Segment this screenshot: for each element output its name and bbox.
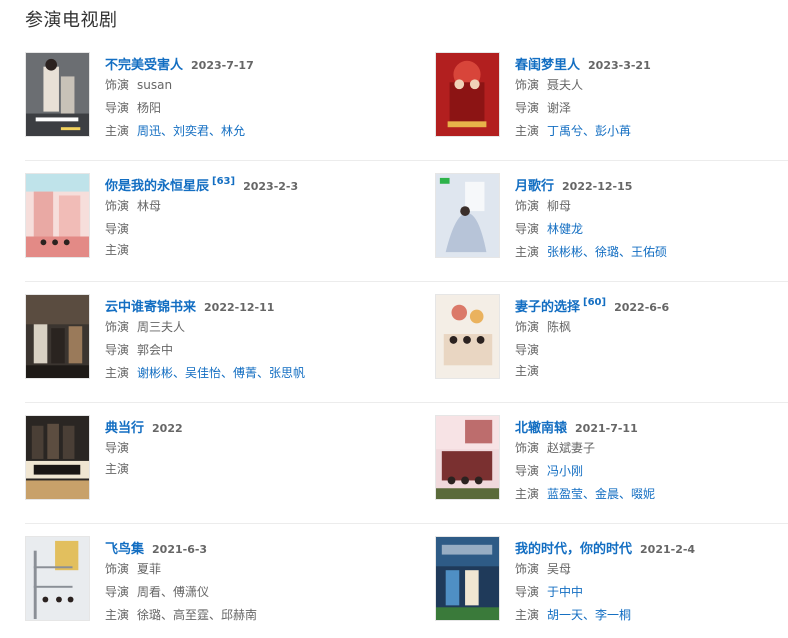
drama-poster[interactable] <box>25 415 90 500</box>
drama-card: 典当行 2022 导演 主演 <box>25 415 377 505</box>
drama-card: 你是我的永恒星辰 [63] 2023-2-3 饰演 林母 导演 主演 <box>25 173 377 263</box>
cast-label: 主演 <box>515 124 540 138</box>
drama-card: 北辙南辕 2021-7-11 饰演 赵斌妻子 导演 冯小刚 主演 蓝盈莹、金晨、啜妮 <box>435 415 787 505</box>
director-value: 郭会中 <box>137 343 174 357</box>
drama-title[interactable]: 你是我的永恒星辰 <box>105 179 209 194</box>
director-value: 谢泽 <box>547 101 572 115</box>
role-value: susan <box>137 78 173 92</box>
director-value[interactable]: 林健龙 <box>547 222 583 236</box>
drama-date: 2023-2-3 <box>243 180 299 193</box>
cast-label: 主演 <box>515 364 540 378</box>
drama-title[interactable]: 飞鸟集 <box>105 542 144 557</box>
role-value: 林母 <box>137 199 162 213</box>
row-divider <box>25 160 788 161</box>
cast-label: 主演 <box>105 243 130 257</box>
drama-card: 云中谁寄锦书来 2022-12-11 饰演 周三夫人 导演 郭会中 主演 谢彬彬、吴佳怡… <box>25 294 377 384</box>
drama-date: 2022 <box>152 422 183 435</box>
drama-card: 妻子的选择 [60] 2022-6-6 饰演 陈枫 导演 主演 <box>435 294 787 384</box>
role-label: 饰演 <box>105 78 130 92</box>
drama-date: 2023-3-21 <box>588 59 651 72</box>
drama-card: 月歌行 2022-12-15 饰演 柳母 导演 林健龙 主演 张彬彬、徐璐、王佑硕 <box>435 173 787 263</box>
row-divider <box>25 523 788 524</box>
director-label: 导演 <box>515 464 540 478</box>
cast-label: 主演 <box>105 124 130 138</box>
role-value: 陈枫 <box>547 320 572 334</box>
citation-badge[interactable]: [63] <box>212 176 235 187</box>
cast-label: 主演 <box>105 462 130 476</box>
drama-date: 2023-7-17 <box>191 59 254 72</box>
director-label: 导演 <box>105 101 130 115</box>
drama-poster[interactable] <box>435 173 500 258</box>
citation-badge[interactable]: [60] <box>583 297 606 308</box>
director-label: 导演 <box>105 585 130 599</box>
drama-title[interactable]: 月歌行 <box>515 179 554 194</box>
drama-poster[interactable] <box>25 173 90 258</box>
cast-links: 徐璐、高至霆、邱赫南 <box>137 608 258 622</box>
drama-title[interactable]: 典当行 <box>105 421 144 436</box>
drama-poster[interactable] <box>25 536 90 621</box>
director-label: 导演 <box>105 222 130 236</box>
section-title: 参演电视剧 <box>25 10 118 31</box>
drama-title[interactable]: 我的时代，你的时代 <box>515 542 632 557</box>
cast-links[interactable]: 张彬彬、徐璐、王佑硕 <box>547 245 667 259</box>
director-label: 导演 <box>515 222 540 236</box>
role-label: 饰演 <box>515 78 540 92</box>
role-value: 聂夫人 <box>547 78 584 92</box>
row-divider <box>25 281 788 282</box>
director-label: 导演 <box>515 585 540 599</box>
role-value: 夏菲 <box>137 562 162 576</box>
drama-card: 我的时代，你的时代 2021-2-4 饰演 吴母 导演 于中中 主演 胡一天、李一桐 <box>435 536 787 626</box>
role-label: 饰演 <box>515 199 540 213</box>
director-value[interactable]: 于中中 <box>547 585 583 599</box>
drama-title[interactable]: 妻子的选择 <box>515 300 580 315</box>
cast-links[interactable]: 谢彬彬、吴佳怡、傅菁、张思帆 <box>137 366 305 380</box>
role-value: 吴母 <box>547 562 572 576</box>
cast-label: 主演 <box>515 608 540 622</box>
drama-title[interactable]: 云中谁寄锦书来 <box>105 300 196 315</box>
cast-links[interactable]: 胡一天、李一桐 <box>547 608 631 622</box>
director-value: 杨阳 <box>137 101 162 115</box>
cast-label: 主演 <box>105 608 130 622</box>
director-label: 导演 <box>515 101 540 115</box>
director-label: 导演 <box>515 343 540 357</box>
drama-date: 2021-7-11 <box>575 422 638 435</box>
role-label: 饰演 <box>515 562 540 576</box>
director-value: 周看、傅潇仪 <box>137 585 210 599</box>
cast-links[interactable]: 蓝盈莹、金晨、啜妮 <box>547 487 655 501</box>
drama-date: 2022-12-15 <box>562 180 633 193</box>
cast-label: 主演 <box>105 366 130 380</box>
drama-card: 春闺梦里人 2023-3-21 饰演 聂夫人 导演 谢泽 主演 丁禹兮、彭小苒 <box>435 52 787 142</box>
cast-label: 主演 <box>515 245 540 259</box>
director-label: 导演 <box>105 441 130 455</box>
role-label: 饰演 <box>515 320 540 334</box>
drama-date: 2022-12-11 <box>204 301 275 314</box>
drama-poster[interactable] <box>25 294 90 379</box>
role-label: 饰演 <box>105 320 130 334</box>
drama-title[interactable]: 北辙南辕 <box>515 421 567 436</box>
drama-poster[interactable] <box>435 52 500 137</box>
drama-date: 2021-6-3 <box>152 543 208 556</box>
role-label: 饰演 <box>105 562 130 576</box>
cast-label: 主演 <box>515 487 540 501</box>
drama-poster[interactable] <box>435 415 500 500</box>
role-value: 柳母 <box>547 199 572 213</box>
cast-links[interactable]: 周迅、刘奕君、林允 <box>137 124 245 138</box>
director-value[interactable]: 冯小刚 <box>547 464 583 478</box>
row-divider <box>25 402 788 403</box>
drama-date: 2022-6-6 <box>614 301 670 314</box>
drama-date: 2021-2-4 <box>640 543 696 556</box>
drama-title[interactable]: 春闺梦里人 <box>515 58 580 73</box>
drama-poster[interactable] <box>435 536 500 621</box>
role-label: 饰演 <box>515 441 540 455</box>
drama-card: 不完美受害人 2023-7-17 饰演 susan 导演 杨阳 主演 周迅、刘奕君、林允 <box>25 52 377 142</box>
drama-title[interactable]: 不完美受害人 <box>105 58 183 73</box>
role-label: 饰演 <box>105 199 130 213</box>
cast-links[interactable]: 丁禹兮、彭小苒 <box>547 124 631 138</box>
drama-card: 飞鸟集 2021-6-3 饰演 夏菲 导演 周看、傅潇仪 主演 徐璐、高至霆、邱赫南 <box>25 536 377 626</box>
drama-poster[interactable] <box>25 52 90 137</box>
role-value: 周三夫人 <box>137 320 186 334</box>
drama-poster[interactable] <box>435 294 500 379</box>
role-value: 赵斌妻子 <box>547 441 596 455</box>
director-label: 导演 <box>105 343 130 357</box>
